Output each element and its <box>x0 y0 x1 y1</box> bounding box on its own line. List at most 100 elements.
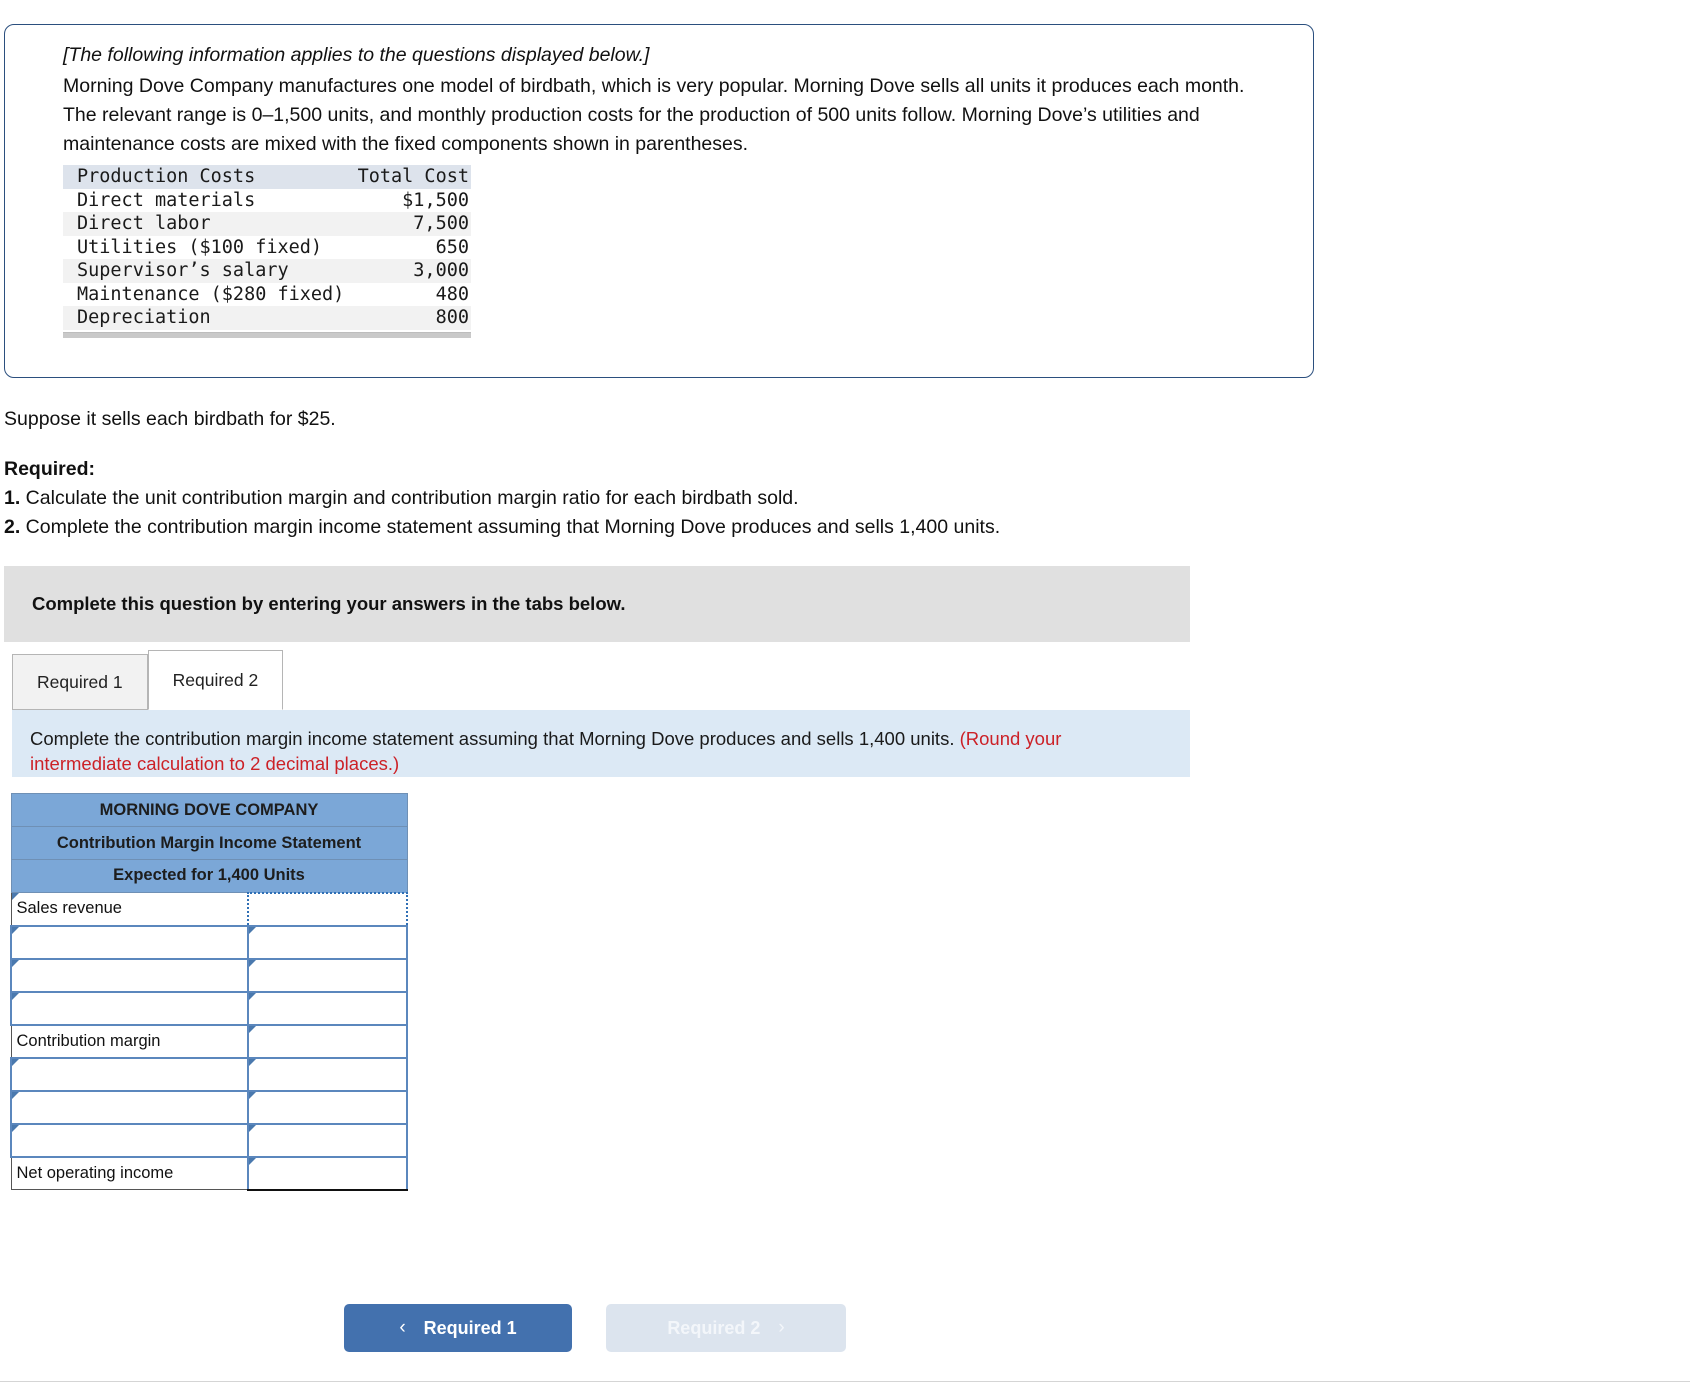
cost-label: Direct materials <box>77 189 256 211</box>
statement-row-label-cell[interactable]: Net operating income <box>10 1156 249 1190</box>
complete-question-banner: Complete this question by entering your … <box>4 566 1190 642</box>
statement-row <box>10 1122 409 1158</box>
table-header-row: Production Costs Total Cost <box>63 165 471 189</box>
statement-row-label-cell[interactable] <box>10 1089 249 1125</box>
statement-period: Expected for 1,400 Units <box>10 859 408 893</box>
production-costs-table: Production Costs Total Cost Direct mater… <box>63 165 471 330</box>
dropdown-marker-icon <box>12 1124 19 1132</box>
cost-value: $1,500 <box>402 189 469 211</box>
required-1-nav-label: Required 1 <box>423 1317 517 1338</box>
dropdown-marker-icon <box>249 1124 256 1132</box>
cost-label: Utilities ($100 fixed) <box>77 236 323 258</box>
statement-row-value-cell[interactable] <box>246 924 409 960</box>
statement-title: Contribution Margin Income Statement <box>10 826 408 860</box>
required-1-nav-button[interactable]: ‹ Required 1 <box>344 1304 572 1352</box>
required-2-nav-label: Required 2 <box>667 1317 761 1338</box>
statement-row-label-cell[interactable]: Contribution margin <box>10 1024 249 1058</box>
statement-title-row: MORNING DOVE COMPANY <box>10 793 408 827</box>
cost-value: 3,000 <box>267 259 471 283</box>
required-heading: Required: <box>4 458 96 480</box>
dropdown-marker-icon <box>12 1058 19 1066</box>
dropdown-marker-icon <box>12 959 19 967</box>
table-row: Direct materials $1,500 <box>63 189 471 213</box>
cost-label: Depreciation <box>63 306 267 330</box>
required-item-1-number: 1. <box>4 487 21 509</box>
statement-row-label-cell[interactable] <box>10 990 249 1026</box>
question-instruction-text: Complete the contribution margin income … <box>30 728 960 749</box>
statement-row-label-cell[interactable] <box>10 957 249 993</box>
statement-row-label: Sales revenue <box>16 899 123 918</box>
required-item-1: 1. Calculate the unit contribution margi… <box>4 484 1000 512</box>
dropdown-marker-icon <box>249 1058 256 1066</box>
required-block: Required: 1. Calculate the unit contribu… <box>4 455 1000 542</box>
rounding-note-line-2: intermediate calculation to 2 decimal pl… <box>30 753 400 774</box>
statement-row-value-cell[interactable] <box>246 990 409 1026</box>
question-instruction-banner: Complete the contribution margin income … <box>12 710 1190 777</box>
table-row: Utilities ($100 fixed) 650 <box>63 236 471 260</box>
statement-row-value-cell[interactable] <box>246 1122 409 1158</box>
requirement-tabs: Required 1 Required 2 <box>12 650 284 710</box>
information-card: [The following information applies to th… <box>4 24 1314 378</box>
statement-row <box>10 1056 409 1092</box>
statement-row: Net operating income <box>10 1155 409 1191</box>
statement-row-value-cell[interactable] <box>246 1089 409 1125</box>
statement-row <box>10 990 409 1026</box>
information-text: [The following information applies to th… <box>63 41 1253 159</box>
cost-value: 7,500 <box>267 212 471 236</box>
statement-title-row: Expected for 1,400 Units <box>10 859 408 893</box>
table-row: Depreciation 800 <box>63 306 471 330</box>
dropdown-marker-icon <box>12 992 19 1000</box>
production-costs-table-wrapper: Production Costs Total Cost Direct mater… <box>63 165 471 338</box>
tab-required-2-label: Required 2 <box>172 669 259 690</box>
statement-row-label-cell[interactable] <box>10 924 249 960</box>
statement-row-label: Contribution margin <box>16 1031 161 1050</box>
statement-row-value-cell[interactable] <box>246 891 409 927</box>
information-lead: [The following information applies to th… <box>63 44 650 66</box>
statement-title-row: Contribution Margin Income Statement <box>10 826 408 860</box>
statement-row: Contribution margin <box>10 1023 409 1059</box>
requirement-nav-buttons: ‹ Required 1 Required 2 › <box>344 1304 846 1352</box>
dropdown-marker-icon <box>249 1025 256 1033</box>
horizontal-scrollbar[interactable] <box>63 331 471 338</box>
statement-row <box>10 957 409 993</box>
complete-question-text: Complete this question by entering your … <box>32 593 626 614</box>
statement-row-label-cell[interactable]: Sales revenue <box>10 892 249 926</box>
cost-label: Maintenance ($280 fixed) <box>77 283 345 305</box>
dropdown-marker-icon <box>249 926 256 934</box>
statement-row <box>10 1089 409 1125</box>
scrollbar-thumb[interactable] <box>63 332 471 338</box>
tab-required-1[interactable]: Required 1 <box>12 654 148 710</box>
dropdown-marker-icon <box>12 926 19 934</box>
contribution-margin-statement: MORNING DOVE COMPANY Contribution Margin… <box>10 793 409 1191</box>
dropdown-marker-icon <box>249 1091 256 1099</box>
question-page: [The following information applies to th… <box>0 0 1690 1394</box>
statement-row <box>10 924 409 960</box>
dropdown-marker-icon <box>11 893 19 900</box>
cost-label: Direct labor <box>63 212 267 236</box>
required-item-1-text: Calculate the unit contribution margin a… <box>20 487 799 509</box>
statement-row-label: Net operating income <box>16 1163 174 1182</box>
cost-label: Supervisor’s salary <box>63 259 289 283</box>
table-row: Direct labor 7,500 <box>63 212 471 236</box>
dropdown-marker-icon <box>249 992 256 1000</box>
cost-value: 800 <box>267 306 471 330</box>
chevron-left-icon: ‹ <box>399 1317 406 1338</box>
tab-required-1-label: Required 1 <box>37 671 123 692</box>
tab-required-2[interactable]: Required 2 <box>147 650 284 710</box>
header-production-costs: Production Costs <box>63 165 267 189</box>
suppose-text: Suppose it sells each birdbath for $25. <box>4 408 336 430</box>
required-item-2-text: Complete the contribution margin income … <box>20 516 1001 538</box>
table-row: Maintenance ($280 fixed) 480 <box>63 283 471 307</box>
rounding-note-line-1: (Round your <box>959 728 1062 749</box>
required-2-nav-button[interactable]: Required 2 › <box>606 1304 846 1352</box>
statement-row-value-cell[interactable] <box>246 1056 409 1092</box>
chevron-right-icon: › <box>778 1317 785 1338</box>
statement-row-label-cell[interactable] <box>10 1056 249 1092</box>
required-item-2-number: 2. <box>4 516 21 538</box>
statement-company-name: MORNING DOVE COMPANY <box>10 793 408 827</box>
statement-row-value-cell[interactable] <box>246 1155 409 1191</box>
statement-row: Sales revenue <box>10 891 409 927</box>
statement-row-value-cell[interactable] <box>246 1023 409 1059</box>
statement-row-label-cell[interactable] <box>10 1122 249 1158</box>
statement-row-value-cell[interactable] <box>246 957 409 993</box>
